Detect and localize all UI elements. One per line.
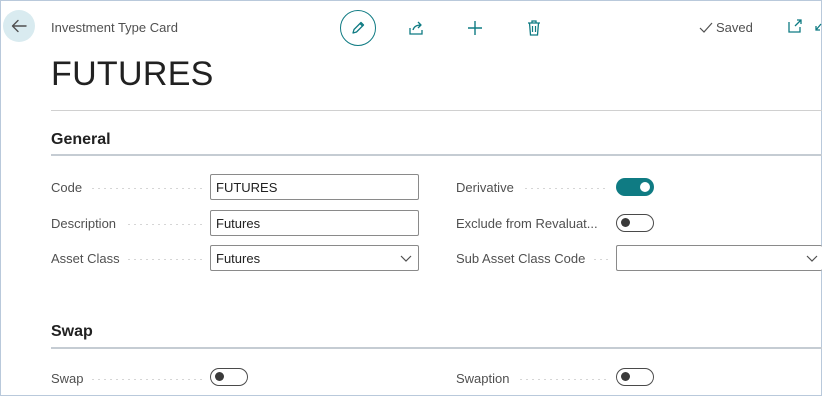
swaption-dots <box>518 379 610 380</box>
swaption-toggle[interactable] <box>616 368 654 386</box>
new-button[interactable] <box>457 10 493 46</box>
description-label: Description <box>51 216 117 231</box>
description-dots <box>126 224 204 225</box>
asset-class-select[interactable]: Futures <box>210 245 419 271</box>
derivative-label: Derivative <box>456 180 514 195</box>
edit-button[interactable] <box>340 10 376 46</box>
swaption-label: Swaption <box>456 371 510 386</box>
saved-label: Saved <box>716 20 753 35</box>
swap-label: Swap <box>51 371 84 386</box>
toggle-knob <box>621 218 630 227</box>
back-button[interactable] <box>3 10 35 42</box>
exclude-from-revaluation-toggle[interactable] <box>616 214 654 232</box>
chevron-down-icon <box>806 255 818 262</box>
header-divider <box>51 110 822 111</box>
trash-icon <box>528 20 540 36</box>
arrow-left-icon <box>11 19 27 33</box>
swap-dots <box>90 379 204 380</box>
description-field[interactable]: Futures <box>210 210 419 236</box>
section-divider-swap <box>51 347 822 349</box>
swap-toggle[interactable] <box>210 368 248 386</box>
sub-asset-class-code-label: Sub Asset Class Code <box>456 251 586 266</box>
asset-class-label: Asset Class <box>51 251 120 266</box>
plus-icon <box>468 21 482 35</box>
section-title-swap[interactable]: Swap <box>51 323 93 341</box>
code-dots <box>90 188 204 189</box>
share-button[interactable] <box>398 10 434 46</box>
sub-asset-class-dots <box>592 259 610 260</box>
derivative-dots <box>523 188 609 189</box>
open-new-window-button[interactable] <box>787 18 803 39</box>
pencil-icon <box>352 21 365 34</box>
saved-status: Saved <box>699 20 753 35</box>
collapse-button[interactable] <box>814 22 822 40</box>
asset-class-dots <box>126 259 204 260</box>
open-in-new-window-icon <box>788 19 802 33</box>
collapse-icon <box>815 23 822 31</box>
breadcrumb: Investment Type Card <box>51 20 178 35</box>
share-icon <box>409 21 423 35</box>
check-icon <box>699 22 713 33</box>
toggle-knob <box>621 372 630 381</box>
asset-class-value: Futures <box>216 250 261 266</box>
page-title: FUTURES <box>51 55 214 93</box>
section-title-general[interactable]: General <box>51 131 111 149</box>
chevron-down-icon <box>400 255 412 262</box>
section-divider-general <box>51 154 822 156</box>
toggle-knob <box>640 182 650 192</box>
derivative-toggle[interactable] <box>616 178 654 196</box>
toggle-knob <box>215 372 224 381</box>
sub-asset-class-code-select[interactable] <box>616 245 822 271</box>
code-label: Code <box>51 180 83 195</box>
delete-button[interactable] <box>516 10 552 46</box>
exclude-from-revaluation-label: Exclude from Revaluat... <box>456 216 598 231</box>
code-field[interactable]: FUTURES <box>210 174 419 200</box>
